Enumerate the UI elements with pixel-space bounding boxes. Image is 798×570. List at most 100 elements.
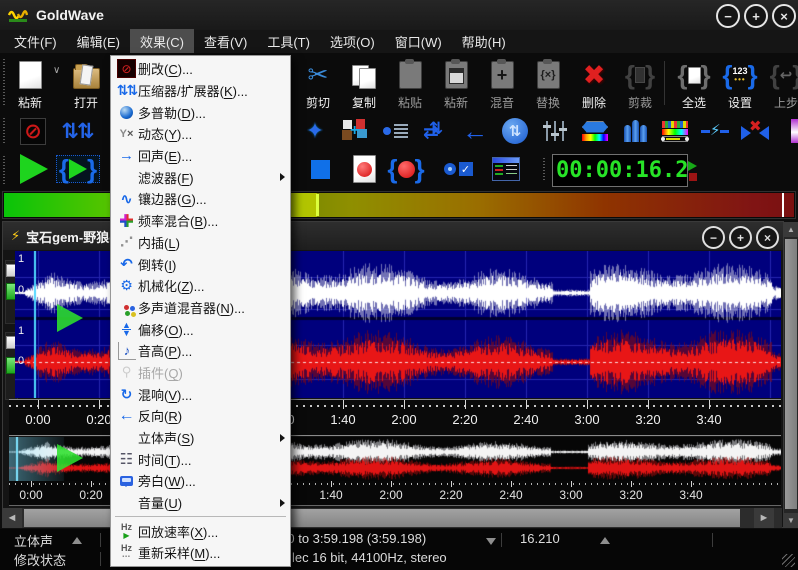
playlist-icon[interactable] bbox=[378, 115, 412, 147]
menubar-item-查看(V)[interactable]: 查看(V) bbox=[194, 29, 257, 54]
status-channel-mode[interactable]: 立体声 bbox=[14, 531, 53, 550]
toolbar-button-剪裁[interactable]: {}剪裁 bbox=[618, 57, 662, 111]
menubar-item-效果(C)[interactable]: 效果(C) bbox=[130, 29, 194, 54]
record-new-icon[interactable] bbox=[344, 153, 384, 185]
vscroll-thumb[interactable] bbox=[785, 239, 797, 509]
spark-icon[interactable]: ⚡ bbox=[698, 115, 732, 147]
move-arrows-icon[interactable]: ⇅⇅ bbox=[60, 115, 94, 147]
toolbar-button-粘贴[interactable]: 粘贴 bbox=[388, 57, 432, 111]
scroll-down-icon[interactable]: ▼ bbox=[784, 513, 798, 528]
toolbar-button-替换[interactable]: {×}替换 bbox=[526, 57, 570, 111]
toolbar-button-label: 剪裁 bbox=[628, 94, 652, 111]
menu-item-回放速率[interactable]: Hz▶回放速率(X)... bbox=[111, 520, 290, 542]
overview-tick bbox=[31, 481, 32, 487]
no-entry-icon[interactable]: ⊘ bbox=[16, 115, 50, 147]
menubar-item-工具(T)[interactable]: 工具(T) bbox=[257, 29, 320, 54]
menubar-item-帮助(H)[interactable]: 帮助(H) bbox=[452, 29, 516, 54]
toolbar-button-混音[interactable]: +混音 bbox=[480, 57, 524, 111]
menu-item-镶边器[interactable]: ∿镶边器(G)... bbox=[111, 188, 290, 210]
play-icon[interactable] bbox=[14, 153, 54, 185]
menu-item-音高[interactable]: ♪音高(P)... bbox=[111, 340, 290, 362]
noise-reduction-icon[interactable]: ✖ bbox=[738, 115, 772, 147]
menu-item-偏移[interactable]: ▲▼偏移(O)... bbox=[111, 318, 290, 340]
toolbar-button-粘新[interactable]: 粘新 bbox=[434, 57, 478, 111]
equalizer-icon[interactable] bbox=[538, 115, 572, 147]
menu-item-倒转[interactable]: ↶倒转(I) bbox=[111, 253, 290, 275]
status-position[interactable]: 16.210 bbox=[520, 531, 560, 546]
toolbar-button-全选[interactable]: {}全选 bbox=[672, 57, 716, 111]
toolbar-button-设置[interactable]: {123•••}设置 bbox=[718, 57, 762, 111]
menu-item-重新采样[interactable]: Hz⋯重新采样(M)... bbox=[111, 542, 290, 564]
channel-mode-up-icon[interactable] bbox=[72, 537, 82, 544]
menubar-item-编辑(E)[interactable]: 编辑(E) bbox=[67, 29, 130, 54]
menubar-item-文件(F)[interactable]: 文件(F) bbox=[4, 29, 67, 54]
clipped-icon[interactable] bbox=[778, 115, 798, 147]
expand-arrows-icon[interactable]: ⇄⇅ bbox=[418, 115, 452, 147]
toolbar-button-删除[interactable]: ✖删除 bbox=[572, 57, 616, 111]
menu-item-反向[interactable]: ←反向(R) bbox=[111, 405, 290, 427]
menu-item-旁白[interactable]: 旁白(W)... bbox=[111, 470, 290, 492]
menubar-item-选项(O)[interactable]: 选项(O) bbox=[320, 29, 385, 54]
doc-minimize-button[interactable]: − bbox=[702, 226, 725, 249]
monitor-icon[interactable]: ✓ bbox=[438, 153, 478, 185]
status-format-info: lec 16 bit, 44100Hz, stereo bbox=[292, 550, 447, 565]
overview-label: 2:20 bbox=[431, 488, 471, 502]
color-blend-icon[interactable]: + bbox=[338, 115, 372, 147]
star-icon[interactable]: ✦ bbox=[298, 115, 332, 147]
toolbar-button-剪切[interactable]: ✂剪切 bbox=[296, 57, 340, 111]
toolbar-grip[interactable] bbox=[3, 59, 5, 106]
control-properties-icon[interactable] bbox=[486, 153, 526, 185]
spectrum-table-icon[interactable] bbox=[658, 115, 692, 147]
toolbar-button-粘新[interactable]: 粘新 bbox=[8, 57, 52, 111]
menu-item-立体声[interactable]: 立体声(S) bbox=[111, 427, 290, 449]
close-button[interactable]: × bbox=[772, 4, 796, 28]
toolbar-button-上步[interactable]: {↩}上步 bbox=[764, 57, 798, 111]
menu-item-插件[interactable]: ⚲插件(Q) bbox=[111, 362, 290, 384]
menu-item-内插[interactable]: ⋰内插(L) bbox=[111, 232, 290, 254]
playback-marker-icon[interactable] bbox=[57, 304, 83, 332]
overview-playback-marker-icon[interactable] bbox=[57, 444, 83, 472]
doc-close-button[interactable]: × bbox=[756, 226, 779, 249]
filter-hexagon-icon[interactable] bbox=[578, 115, 612, 147]
scroll-up-icon[interactable]: ▲ bbox=[784, 222, 798, 237]
menu-item-多普勒[interactable]: 多普勒(D)... bbox=[111, 101, 290, 123]
menu-item-删改[interactable]: ⊘删改(C)... bbox=[111, 58, 290, 80]
toolbar-button-复制[interactable]: 复制 bbox=[342, 57, 386, 111]
menu-item-多声道混音器[interactable]: 多声道混音器(N)... bbox=[111, 297, 290, 319]
scroll-right-icon[interactable]: ► bbox=[754, 508, 774, 528]
toolbar-grip[interactable] bbox=[3, 118, 5, 144]
resize-grip[interactable] bbox=[782, 554, 795, 567]
menu-item-动态[interactable]: Y×动态(Y)... bbox=[111, 123, 290, 145]
toolbar-button-打开[interactable]: 打开 bbox=[64, 57, 108, 111]
doc-maximize-button[interactable]: + bbox=[729, 226, 752, 249]
menu-item-label: 偏移(O)... bbox=[138, 320, 285, 339]
play-selection-icon[interactable]: {} bbox=[58, 153, 98, 185]
menu-item-压缩器/扩展器[interactable]: ⇅⇅压缩器/扩展器(K)... bbox=[111, 80, 290, 102]
position-up-icon[interactable] bbox=[600, 537, 610, 544]
new-dropdown-icon[interactable]: ∨ bbox=[53, 65, 60, 76]
menu-item-机械化[interactable]: ⚙机械化(Z)... bbox=[111, 275, 290, 297]
ch2-amplitude-0: 0 bbox=[18, 355, 24, 367]
menu-item-滤波器[interactable]: 滤波器(F) bbox=[111, 166, 290, 188]
menu-item-音量[interactable]: 音量(U) bbox=[111, 492, 290, 514]
menu-item-混响[interactable]: ↻混响(V)... bbox=[111, 383, 290, 405]
stop-icon[interactable] bbox=[300, 153, 340, 185]
ruler-tick bbox=[526, 400, 527, 409]
menu-item-回声[interactable]: →回声(E)... bbox=[111, 145, 290, 167]
pipes-icon[interactable] bbox=[618, 115, 652, 147]
minimize-button[interactable]: − bbox=[716, 4, 740, 28]
toolbar-grip[interactable] bbox=[3, 156, 5, 185]
toolbar-grip[interactable] bbox=[543, 158, 545, 180]
vertical-scrollbar[interactable]: ▲ ▼ bbox=[784, 222, 798, 528]
maximize-button[interactable]: + bbox=[744, 4, 768, 28]
scroll-left-icon[interactable]: ◄ bbox=[2, 508, 22, 528]
toolbar-button-label: 设置 bbox=[728, 94, 752, 111]
delete-icon: ✖ bbox=[583, 57, 606, 93]
menu-item-频率混合[interactable]: 频率混合(B)... bbox=[111, 210, 290, 232]
record-icon[interactable]: {} bbox=[386, 153, 426, 185]
selection-dropdown-icon[interactable] bbox=[486, 538, 496, 545]
offset-circle-icon[interactable]: ⇅ bbox=[498, 115, 532, 147]
reverse-arrow-icon[interactable]: ← bbox=[458, 115, 492, 147]
menu-item-时间[interactable]: ☷时间(T)... bbox=[111, 448, 290, 470]
menubar-item-窗口(W)[interactable]: 窗口(W) bbox=[385, 29, 452, 54]
